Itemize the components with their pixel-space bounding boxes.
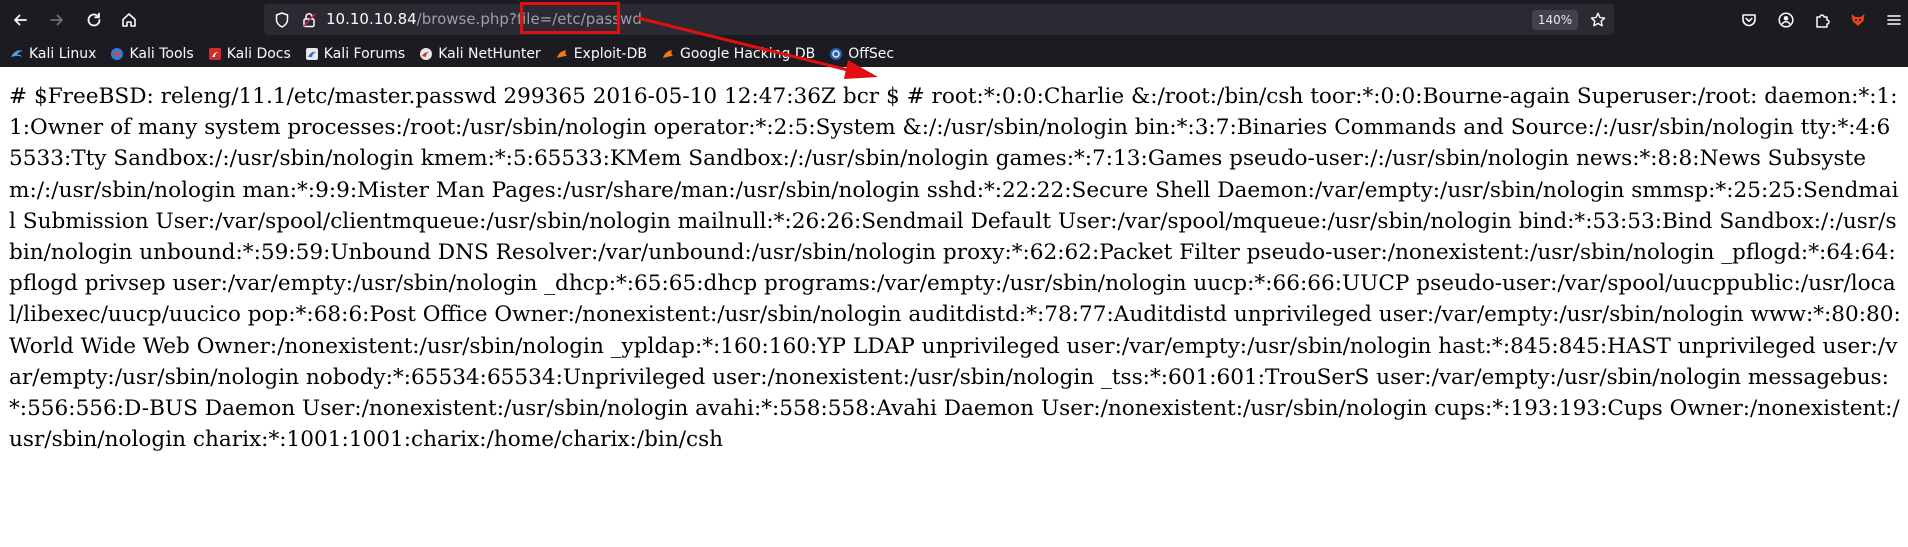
exploit-db-icon [555,47,569,61]
insecure-lock-icon[interactable] [300,11,318,29]
bookmark-offsec[interactable]: OffSec [829,46,894,62]
forward-arrow-icon[interactable] [45,8,69,32]
url-host: 10.10.10.84 [326,10,417,28]
back-arrow-icon[interactable] [8,8,32,32]
bookmark-label: Kali Tools [129,46,194,62]
nethunter-icon [419,47,433,61]
bookmark-kali-tools[interactable]: Kali Tools [110,46,194,62]
kali-docs-icon [208,47,222,61]
extensions-icon[interactable] [1810,8,1834,32]
tracking-shield-icon[interactable] [273,11,291,29]
star-icon[interactable] [1589,11,1607,29]
bookmark-label: Kali Docs [226,46,291,62]
url-bar[interactable]: 10.10.10.84/browse.php?file=/etc/passwd … [264,4,1614,35]
pocket-icon[interactable] [1737,8,1761,32]
bookmark-label: Kali NetHunter [438,46,541,62]
bookmark-exploit-db[interactable]: Exploit-DB [555,46,647,62]
bookmark-kali-forums[interactable]: Kali Forums [305,46,405,62]
bookmarks-toolbar: Kali Linux Kali Tools Kali Docs Kali For… [0,42,1908,66]
bookmark-label: OffSec [848,46,895,62]
bookmark-kali-docs[interactable]: Kali Docs [208,46,291,62]
page-body-text: # $FreeBSD: releng/11.1/etc/master.passw… [9,84,1901,453]
kali-forums-icon [305,47,319,61]
kali-icon [10,47,24,61]
browser-chrome: 10.10.10.84/browse.php?file=/etc/passwd … [0,0,1908,67]
bookmark-label: Kali Forums [323,46,406,62]
bookmark-kali-nethunter[interactable]: Kali NetHunter [419,46,541,62]
fox-extension-icon[interactable] [1846,8,1870,32]
zoom-level-badge[interactable]: 140% [1532,10,1578,30]
kali-tools-icon [110,47,124,61]
bookmark-kali-linux[interactable]: Kali Linux [10,46,96,62]
bookmark-label: Kali Linux [29,46,97,62]
bookmark-google-hacking-db[interactable]: Google Hacking DB [661,46,815,62]
bookmark-label: Google Hacking DB [679,46,816,62]
ghdb-icon [661,47,675,61]
navigation-toolbar: 10.10.10.84/browse.php?file=/etc/passwd … [0,0,1908,40]
reload-icon[interactable] [82,8,106,32]
account-icon[interactable] [1774,8,1798,32]
home-icon[interactable] [117,8,141,32]
hamburger-menu-icon[interactable] [1882,8,1906,32]
annotation-highlight-box [520,2,620,34]
offsec-icon [829,47,843,61]
bookmark-label: Exploit-DB [573,46,647,62]
